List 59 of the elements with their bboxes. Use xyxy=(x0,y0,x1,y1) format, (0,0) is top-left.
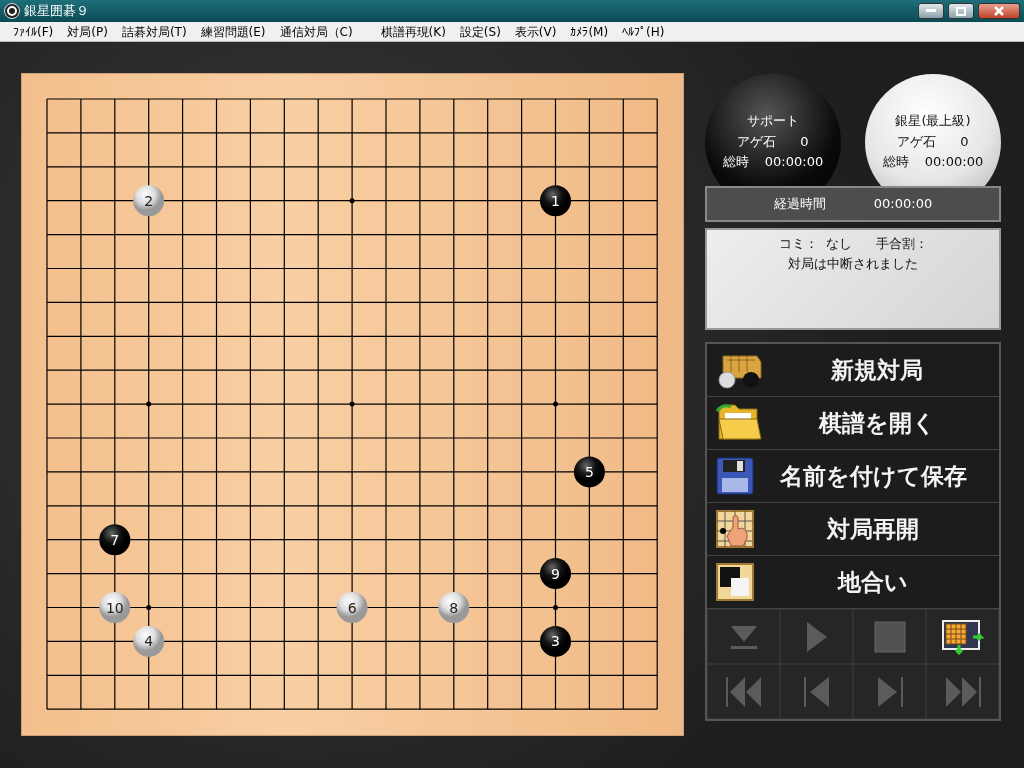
player-name: サポート xyxy=(747,111,799,130)
komi-value: なし xyxy=(825,235,852,253)
time-label: 総時 xyxy=(722,153,749,172)
go-stone: 2 xyxy=(133,185,165,217)
territory-board-icon xyxy=(715,562,755,602)
window-title: 銀星囲碁９ xyxy=(24,2,89,21)
menu-item[interactable]: 対局(P) xyxy=(60,21,115,42)
close-button[interactable] xyxy=(978,3,1020,19)
menu-item[interactable]: ﾌｧｲﾙ(F) xyxy=(6,21,61,42)
go-stone: 10 xyxy=(99,592,131,623)
menu-item[interactable]: 棋譜再現(K) xyxy=(373,21,453,42)
captures-count: 0 xyxy=(800,132,809,151)
go-stone: 7 xyxy=(99,524,131,556)
minimize-button[interactable] xyxy=(918,3,944,19)
time-label: 総時 xyxy=(882,153,909,172)
menu-item[interactable]: 通信対局（C) xyxy=(272,21,360,42)
captures-count: 0 xyxy=(960,132,969,151)
menu-item[interactable]: 詰碁対局(T) xyxy=(114,21,194,42)
go-stone: 5 xyxy=(573,456,605,488)
board-export-icon xyxy=(940,618,985,655)
action-button[interactable]: 名前を付けて保存 xyxy=(707,450,999,503)
menu-item[interactable]: 練習問題(E) xyxy=(193,21,273,42)
go-stone: 8 xyxy=(438,592,470,623)
status-message: 対局は中断されました xyxy=(788,254,918,273)
close-icon xyxy=(994,6,1004,16)
play-icon xyxy=(804,619,829,654)
go-stone: 9 xyxy=(540,558,571,590)
stop-icon xyxy=(873,620,906,653)
step-back-icon xyxy=(802,674,831,709)
captures-label: アゲ石 xyxy=(897,132,937,151)
fast-forward-to-end-icon xyxy=(943,674,982,709)
elapsed-label: 経過時間 xyxy=(773,195,826,214)
action-button[interactable]: 対局再開 xyxy=(707,503,999,556)
board-export-button[interactable] xyxy=(926,609,999,664)
go-stone: 3 xyxy=(540,625,571,657)
action-button[interactable]: 棋譜を開く xyxy=(707,397,999,450)
go-stone: 4 xyxy=(133,625,165,657)
go-stone: 6 xyxy=(336,592,368,623)
handicap-label: 手合割： xyxy=(875,235,928,253)
rewind-to-start-icon xyxy=(724,674,763,709)
board-with-hand-icon xyxy=(715,509,755,549)
maximize-icon xyxy=(956,6,966,16)
elapsed-time: 00:00:00 xyxy=(873,195,933,214)
action-button[interactable]: 新規対局 xyxy=(707,344,999,397)
menu-item[interactable]: ﾍﾙﾌﾟ(H) xyxy=(615,21,672,42)
action-button[interactable]: 地合い xyxy=(707,556,999,609)
menu-item[interactable]: 設定(S) xyxy=(452,21,508,42)
menu-item[interactable]: ｶﾒﾗ(M) xyxy=(563,21,616,42)
step-forward-icon xyxy=(875,674,904,709)
go-stone: 1 xyxy=(540,185,571,217)
total-time: 00:00:00 xyxy=(924,153,984,172)
captures-label: アゲ石 xyxy=(737,132,777,151)
komi-label: コミ： xyxy=(778,235,818,253)
minimize-icon xyxy=(926,9,936,13)
maximize-button[interactable] xyxy=(948,3,974,19)
menu-item[interactable]: 表示(V) xyxy=(507,21,564,42)
player-name: 銀星(最上級) xyxy=(895,111,971,130)
total-time: 00:00:00 xyxy=(764,153,824,172)
app-logo-icon xyxy=(4,3,20,19)
